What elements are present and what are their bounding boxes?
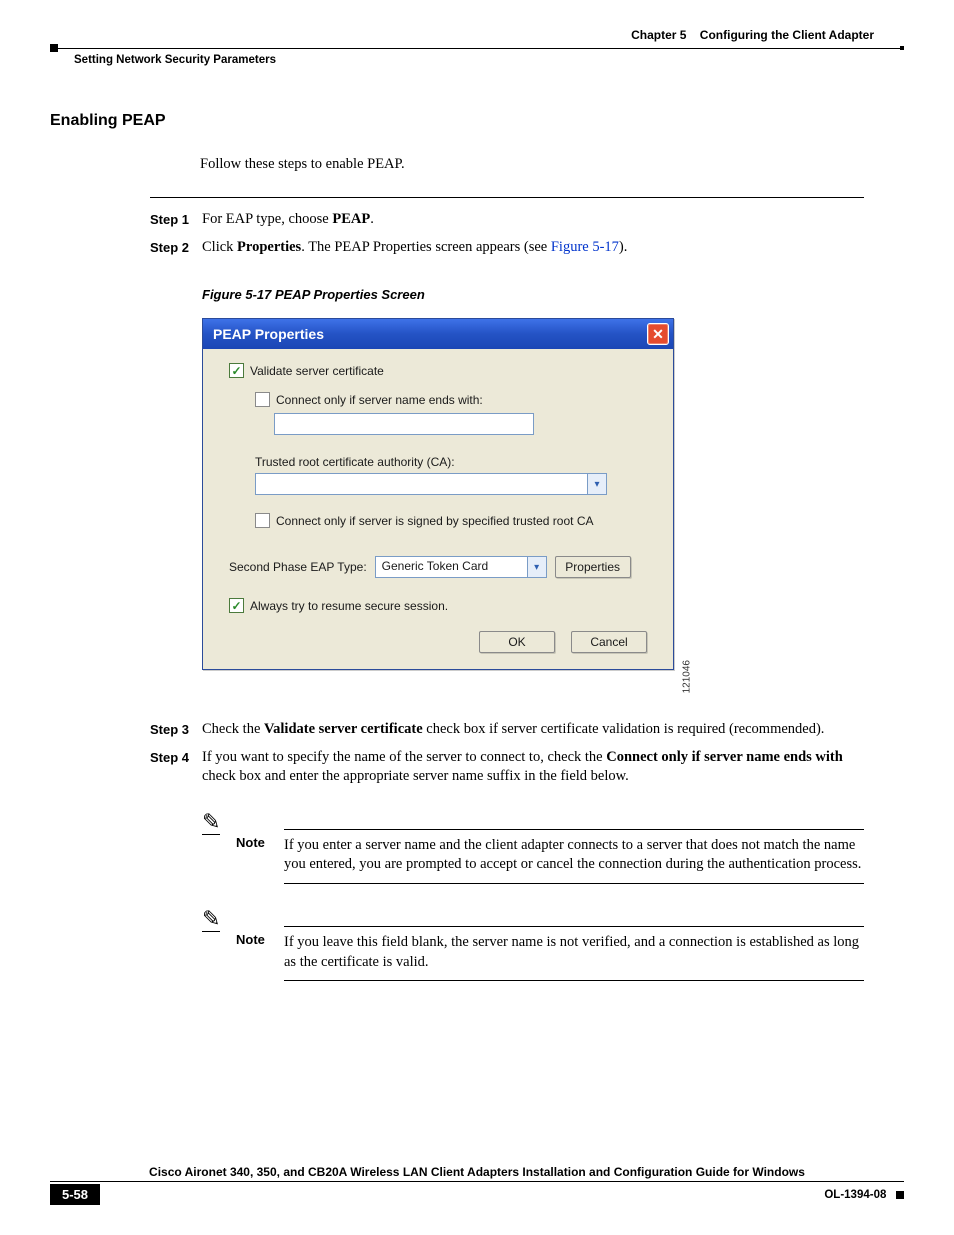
note-pen-icon: ✎: [202, 811, 220, 835]
connect-only-signed-label: Connect only if server is signed by spec…: [276, 514, 593, 528]
note-pen-icon: ✎: [202, 908, 220, 932]
server-name-input[interactable]: [274, 413, 534, 435]
trusted-ca-label: Trusted root certificate authority (CA):: [255, 455, 647, 469]
step-3-text-c: check box if server certificate validati…: [423, 721, 825, 737]
connect-only-name-checkbox[interactable]: ✓: [255, 392, 270, 407]
peap-dialog-figure: PEAP Properties ✕ ✓ Validate server cert…: [202, 318, 692, 670]
step-1: Step 1 For EAP type, choose PEAP.: [150, 210, 864, 230]
step-3: Step 3 Check the Validate server certifi…: [150, 720, 864, 740]
step-2-text-d: ).: [619, 239, 627, 255]
note-2-label: Note: [236, 904, 284, 981]
resume-session-checkbox[interactable]: ✓: [229, 598, 244, 613]
dialog-titlebar: PEAP Properties ✕: [203, 319, 673, 349]
resume-session-label: Always try to resume secure session.: [250, 599, 448, 613]
step-2-label: Step 2: [150, 238, 202, 258]
validate-cert-label: Validate server certificate: [250, 364, 384, 378]
step-4-bold: Connect only if server name ends with: [606, 749, 843, 765]
step-2-text-a: Click: [202, 239, 237, 255]
connect-only-signed-checkbox[interactable]: ✓: [255, 513, 270, 528]
page-number-badge: 5-58: [50, 1184, 100, 1205]
figure-link[interactable]: Figure 5-17: [551, 239, 619, 255]
step-4-label: Step 4: [150, 748, 202, 787]
header-end-square-icon: [900, 46, 904, 50]
cancel-button[interactable]: Cancel: [571, 631, 647, 653]
second-phase-value: Generic Token Card: [376, 557, 527, 577]
document-id: OL-1394-08: [824, 1189, 886, 1201]
header-square-icon: [50, 44, 58, 52]
validate-cert-checkbox[interactable]: ✓: [229, 363, 244, 378]
step-2-text-c: . The PEAP Properties screen appears (se…: [301, 239, 551, 255]
step-4-text-a: If you want to specify the name of the s…: [202, 749, 606, 765]
dialog-title: PEAP Properties: [213, 326, 324, 342]
chapter-header: Chapter 5 Configuring the Client Adapter: [50, 28, 904, 42]
chevron-down-icon: ▾: [587, 474, 606, 494]
section-path: Setting Network Security Parameters: [50, 54, 904, 66]
step-1-text-c: .: [370, 211, 374, 227]
step-3-bold: Validate server certificate: [264, 721, 423, 737]
note-2-body: If you leave this field blank, the serve…: [284, 926, 864, 981]
figure-caption: Figure 5-17 PEAP Properties Screen: [202, 287, 894, 302]
step-3-label: Step 3: [150, 720, 202, 740]
step-4-text-c: check box and enter the appropriate serv…: [202, 768, 629, 784]
close-button[interactable]: ✕: [647, 323, 669, 345]
step-4: Step 4 If you want to specify the name o…: [150, 748, 864, 787]
header-rule: [50, 44, 904, 52]
second-phase-label: Second Phase EAP Type:: [229, 560, 367, 574]
step-1-label: Step 1: [150, 210, 202, 230]
note-1: ✎ Note If you enter a server name and th…: [202, 807, 864, 884]
chapter-title: Configuring the Client Adapter: [700, 28, 874, 42]
connect-only-name-label: Connect only if server name ends with:: [276, 393, 483, 407]
second-phase-dropdown[interactable]: Generic Token Card ▾: [375, 556, 547, 578]
step-1-bold: PEAP: [332, 211, 370, 227]
page-footer: Cisco Aironet 340, 350, and CB20A Wirele…: [50, 1165, 904, 1205]
trusted-ca-dropdown[interactable]: ▾: [255, 473, 607, 495]
step-3-text-a: Check the: [202, 721, 264, 737]
guide-title: Cisco Aironet 340, 350, and CB20A Wirele…: [50, 1165, 904, 1182]
chevron-down-icon: ▾: [527, 557, 546, 577]
step-1-text-a: For EAP type, choose: [202, 211, 332, 227]
step-2: Step 2 Click Properties. The PEAP Proper…: [150, 238, 864, 258]
chapter-label: Chapter 5: [631, 28, 686, 42]
footer-square-icon: [896, 1191, 904, 1199]
figure-image-number: 121046: [681, 660, 692, 693]
step-2-bold: Properties: [237, 239, 301, 255]
note-2: ✎ Note If you leave this field blank, th…: [202, 904, 864, 981]
section-title: Enabling PEAP: [50, 112, 894, 130]
note-1-label: Note: [236, 807, 284, 884]
properties-button[interactable]: Properties: [555, 556, 631, 578]
step-separator: [150, 197, 864, 198]
note-1-body: If you enter a server name and the clien…: [284, 829, 864, 884]
intro-text: Follow these steps to enable PEAP.: [200, 156, 894, 173]
ok-button[interactable]: OK: [479, 631, 555, 653]
